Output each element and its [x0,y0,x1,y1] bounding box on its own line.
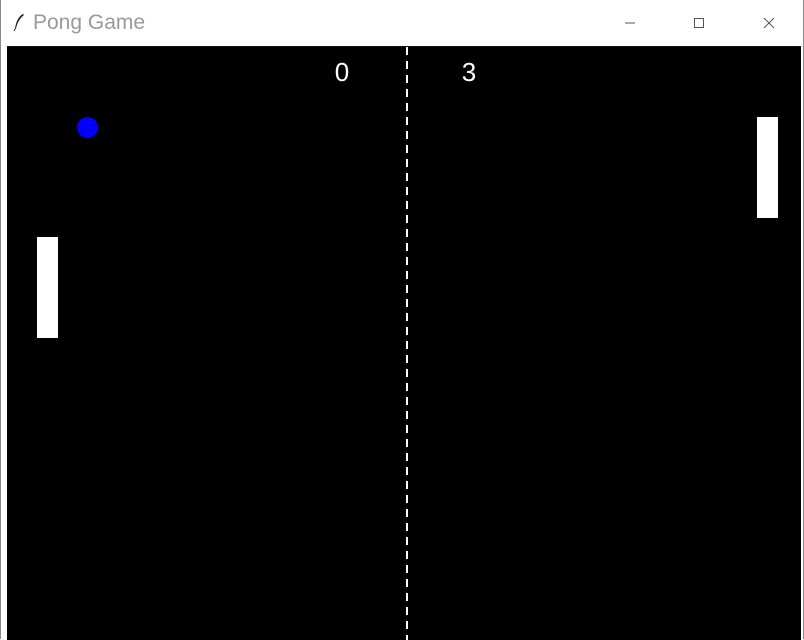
score-left: 0 [334,57,350,87]
score-right: 3 [461,57,477,87]
minimize-button[interactable] [607,8,653,38]
right-paddle [757,117,778,218]
close-button[interactable] [746,8,792,38]
window-title: Pong Game [33,11,146,34]
minimize-icon [625,22,635,24]
game-canvas[interactable]: 0 3 [7,46,801,640]
title-bar[interactable]: Pong Game [1,0,803,46]
maximize-icon [694,18,704,28]
maximize-button[interactable] [676,8,722,38]
left-paddle [37,237,58,338]
close-icon [763,17,775,29]
ball [77,117,98,138]
game-window: Pong Game 0 3 [0,0,804,640]
center-net [406,47,408,640]
feather-icon [13,14,24,31]
